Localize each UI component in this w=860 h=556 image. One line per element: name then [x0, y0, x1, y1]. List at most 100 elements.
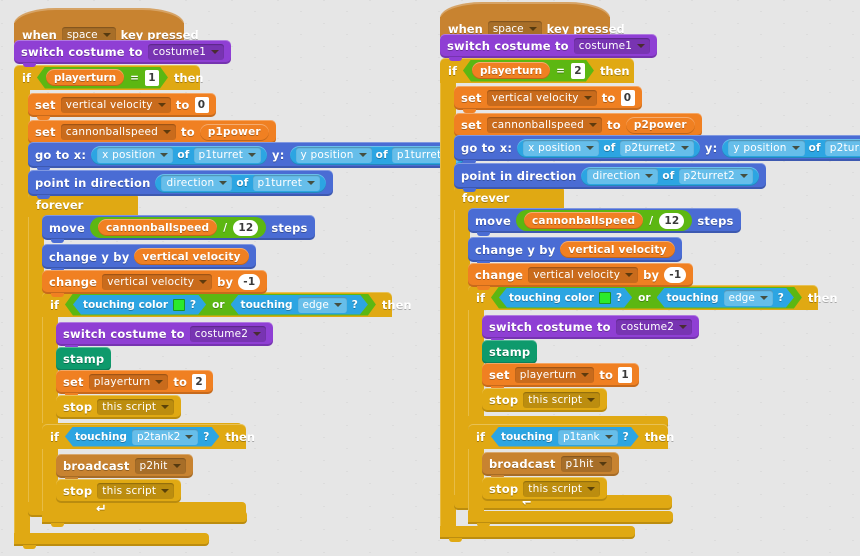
switch-costume-block-1[interactable]: switch costume to costume1	[14, 40, 232, 67]
broadcast-dropdown-2[interactable]: p1hit	[560, 456, 612, 472]
set-vertical-velocity-block-2[interactable]: set vertical velocity to 0	[454, 86, 642, 113]
edge-dropdown-2[interactable]: edge	[724, 290, 773, 306]
costume2-dropdown-2[interactable]: costume2	[615, 319, 693, 335]
divisor-value-1[interactable]: 12	[233, 219, 259, 236]
equals-operator-1[interactable]: playerturn = 1	[37, 67, 168, 89]
go-to-xy-block-2[interactable]: go to x: x position of p2turret2 y: y po…	[454, 135, 860, 164]
equals-operator-2[interactable]: playerturn = 2	[463, 60, 594, 82]
touching-tank-block-1[interactable]: touching p2tank2 ?	[65, 427, 219, 447]
touching-color-block-2[interactable]: touching color ?	[499, 288, 632, 308]
y-target-dropdown-2[interactable]: p2turret2	[824, 140, 860, 156]
cannonballspeed-variable-2[interactable]: cannonballspeed	[523, 212, 644, 229]
set-vertical-velocity-block-1[interactable]: set vertical velocity to 0	[28, 93, 216, 120]
direction-dropdown-1[interactable]: direction	[161, 175, 233, 191]
if-tank-header-1[interactable]: if touching p2tank2 ? then	[42, 424, 255, 449]
stop-dropdown-2a[interactable]: this script	[523, 392, 601, 408]
vertical-velocity-variable-1[interactable]: vertical velocity	[134, 248, 249, 265]
set-playerturn-block-1[interactable]: set playerturn to 2	[56, 370, 214, 397]
move-steps-block-2[interactable]: move cannonballspeed / 12 steps	[468, 208, 741, 236]
broadcast-dropdown-1[interactable]: p2hit	[134, 458, 186, 474]
color-swatch-2[interactable]	[599, 292, 611, 304]
change-y-by-block-2[interactable]: change y by vertical velocity	[468, 237, 682, 265]
cannonballspeed-dropdown-2[interactable]: cannonballspeed	[486, 117, 602, 133]
broadcast-block-2[interactable]: broadcast p1hit	[482, 452, 619, 479]
edge-dropdown-1[interactable]: edge	[298, 297, 347, 313]
vertical-velocity-value-1[interactable]: 0	[194, 97, 209, 113]
go-to-xy-block-1[interactable]: go to x: x position of p1turret y: y pos…	[28, 142, 473, 171]
change-velocity-amount-1[interactable]: -1	[238, 274, 261, 290]
change-velocity-amount-2[interactable]: -1	[664, 267, 687, 283]
stop-dropdown-1a[interactable]: this script	[97, 399, 175, 415]
if-collision-header-1[interactable]: if touching color ? or touching edge ? t…	[42, 292, 412, 317]
set-cannonballspeed-block-1[interactable]: set cannonballspeed to p1power	[28, 120, 276, 147]
switch-costume-block-2[interactable]: switch costume to costume1	[440, 34, 658, 61]
set-cannonballspeed-block-2[interactable]: set cannonballspeed to p2power	[454, 113, 702, 140]
playerturn-value-1[interactable]: 2	[192, 374, 207, 390]
touching-edge-block-2[interactable]: touching edge ?	[657, 288, 794, 308]
cannonballspeed-variable-1[interactable]: cannonballspeed	[97, 219, 218, 236]
stop-script-block-1b[interactable]: stop this script	[56, 479, 182, 503]
or-operator-2[interactable]: touching color ? or touching edge ?	[491, 287, 802, 309]
x-target-dropdown-2[interactable]: p2turret2	[619, 140, 694, 156]
change-velocity-dropdown-1[interactable]: vertical velocity	[102, 274, 213, 290]
x-position-dropdown-2[interactable]: x position	[523, 140, 600, 156]
vertical-velocity-variable-2[interactable]: vertical velocity	[560, 241, 675, 258]
condition-value-2[interactable]: 2	[571, 63, 585, 79]
y-position-dropdown-2[interactable]: y position	[728, 140, 805, 156]
change-velocity-block-2[interactable]: change vertical velocity by -1	[468, 263, 694, 290]
move-steps-block-1[interactable]: move cannonballspeed / 12 steps	[42, 215, 315, 243]
change-velocity-block-1[interactable]: change vertical velocity by -1	[42, 270, 268, 297]
variable-playerturn-1[interactable]: playerturn	[46, 69, 124, 86]
direction-of-reporter-1[interactable]: direction of p1turret	[155, 173, 327, 193]
switch-costume-hit-block-1[interactable]: switch costume to costume2	[56, 322, 274, 349]
switch-costume-hit-block-2[interactable]: switch costume to costume2	[482, 315, 700, 342]
y-position-of-reporter-1[interactable]: y position of p1turret	[289, 145, 466, 165]
playerturn-dropdown-2[interactable]: playerturn	[514, 367, 595, 383]
condition-value-1[interactable]: 1	[145, 70, 159, 86]
stop-dropdown-1b[interactable]: this script	[97, 483, 175, 499]
costume-dropdown-1[interactable]: costume1	[147, 44, 225, 60]
touching-tank-block-2[interactable]: touching p1tank ?	[491, 427, 639, 447]
tank-dropdown-1[interactable]: p2tank2	[132, 429, 198, 445]
vertical-velocity-dropdown-1[interactable]: vertical velocity	[60, 97, 171, 113]
point-in-direction-block-1[interactable]: point in direction direction of p1turret	[28, 170, 334, 199]
direction-target-dropdown-2[interactable]: p2turret2	[678, 168, 753, 184]
direction-dropdown-2[interactable]: direction	[587, 168, 659, 184]
x-position-dropdown-1[interactable]: x position	[97, 147, 174, 163]
p2power-variable[interactable]: p2power	[625, 116, 695, 134]
if-collision-header-2[interactable]: if touching color ? or touching edge ? t…	[468, 285, 838, 310]
direction-target-dropdown-1[interactable]: p1turret	[252, 175, 321, 191]
divisor-value-2[interactable]: 12	[659, 212, 685, 229]
stop-script-block-2a[interactable]: stop this script	[482, 388, 608, 412]
point-in-direction-block-2[interactable]: point in direction direction of p2turret…	[454, 163, 766, 192]
tank-dropdown-2[interactable]: p1tank	[558, 429, 618, 445]
if-tank-header-2[interactable]: if touching p1tank ? then	[468, 424, 674, 449]
broadcast-block-1[interactable]: broadcast p2hit	[56, 454, 193, 481]
y-position-of-reporter-2[interactable]: y position of p2turret2	[722, 138, 860, 158]
stamp-block-1[interactable]: stamp	[56, 347, 112, 374]
x-target-dropdown-1[interactable]: p1turret	[193, 147, 262, 163]
divide-operator-2[interactable]: cannonballspeed / 12	[515, 210, 693, 231]
stop-dropdown-2b[interactable]: this script	[523, 481, 601, 497]
playerturn-value-2[interactable]: 1	[618, 367, 633, 383]
stop-script-block-2b[interactable]: stop this script	[482, 477, 608, 501]
touching-color-block-1[interactable]: touching color ?	[73, 295, 206, 315]
direction-of-reporter-2[interactable]: direction of p2turret2	[581, 166, 759, 186]
variable-playerturn-2[interactable]: playerturn	[472, 62, 550, 79]
costume2-dropdown-1[interactable]: costume2	[189, 326, 267, 342]
if-header-1[interactable]: if playerturn = 1 then	[14, 65, 204, 90]
if-header-2[interactable]: if playerturn = 2 then	[440, 58, 634, 83]
divide-operator-1[interactable]: cannonballspeed / 12	[89, 217, 267, 238]
p1power-variable[interactable]: p1power	[199, 123, 269, 141]
vertical-velocity-value-2[interactable]: 0	[620, 90, 635, 106]
stamp-block-2[interactable]: stamp	[482, 340, 538, 367]
stop-script-block-1a[interactable]: stop this script	[56, 395, 182, 419]
playerturn-dropdown-1[interactable]: playerturn	[88, 374, 169, 390]
change-y-by-block-1[interactable]: change y by vertical velocity	[42, 244, 256, 272]
set-playerturn-block-2[interactable]: set playerturn to 1	[482, 363, 640, 390]
cannonballspeed-dropdown-1[interactable]: cannonballspeed	[60, 124, 176, 140]
script-canvas[interactable]: if playerturn = 1 then forever ↵ if touc…	[0, 0, 860, 556]
vertical-velocity-dropdown-2[interactable]: vertical velocity	[486, 90, 597, 106]
costume-dropdown-2[interactable]: costume1	[573, 38, 651, 54]
change-velocity-dropdown-2[interactable]: vertical velocity	[528, 267, 639, 283]
